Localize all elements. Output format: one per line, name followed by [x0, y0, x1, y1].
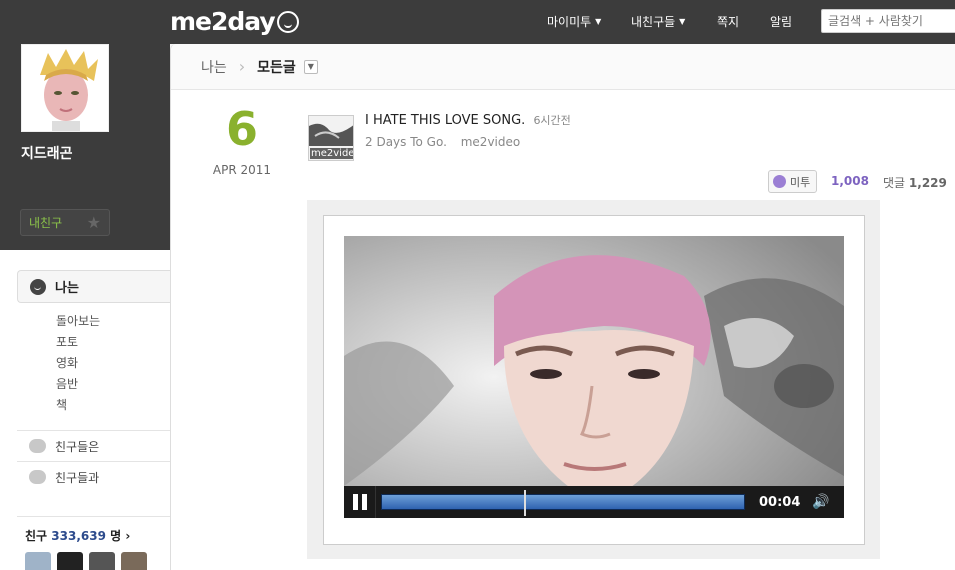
- profile-name[interactable]: 지드래곤: [21, 143, 73, 163]
- comment-label: 댓글: [883, 176, 906, 190]
- nav-label: 알림: [770, 15, 793, 29]
- sidebar-subitem-photo[interactable]: 포토: [56, 333, 78, 350]
- post-title-text[interactable]: I HATE THIS LOVE SONG.: [365, 113, 525, 128]
- sidebar-menu: 나는 돌아보는 포토 영화 음반 책 친구들은 친구들과 친구 333,639 …: [0, 250, 170, 570]
- pause-icon-bar: [352, 494, 358, 510]
- sidebar-subitem-book[interactable]: 책: [56, 396, 67, 413]
- avatar[interactable]: [21, 44, 109, 132]
- metoo-button[interactable]: 미투: [768, 170, 818, 193]
- friends-count: 333,639: [51, 529, 106, 543]
- post-thumbnail[interactable]: me2vide: [308, 115, 354, 161]
- chevron-right-icon: ›: [238, 57, 246, 76]
- sidebar-item-label: 친구들은: [55, 439, 100, 454]
- friend-avatars: [25, 552, 147, 570]
- dropdown-toggle[interactable]: ▼: [303, 59, 318, 74]
- metoo-count[interactable]: 1,008: [831, 174, 869, 188]
- breadcrumb-current: 모든글: [257, 59, 296, 76]
- star-icon[interactable]: ★: [87, 214, 101, 231]
- sidebar-subitem-movie[interactable]: 영화: [56, 354, 78, 371]
- sidebar-item-label: 친구들과: [55, 470, 100, 485]
- post-time[interactable]: 6시간전: [533, 114, 570, 127]
- comment-link[interactable]: 댓글 1,229: [883, 174, 947, 191]
- add-friend-button[interactable]: 내친구 ★: [20, 209, 110, 236]
- pause-icon-bar: [361, 494, 367, 510]
- sidebar-item-friends-are[interactable]: 친구들은: [17, 430, 170, 461]
- friend-avatar[interactable]: [25, 552, 51, 570]
- chevron-right-icon: ›: [125, 529, 131, 543]
- sidebar-subitem-album[interactable]: 음반: [56, 375, 78, 392]
- sidebar-item-label: 나는: [55, 281, 79, 296]
- chevron-down-icon: ▼: [679, 17, 686, 26]
- nav-label: 마이미투: [547, 15, 592, 29]
- chat-icon: [29, 470, 46, 484]
- friend-avatar[interactable]: [89, 552, 115, 570]
- logo-bubble-icon: [276, 10, 299, 33]
- comment-count: 1,229: [908, 176, 947, 190]
- friends-count-box[interactable]: 친구 333,639 명 ›: [17, 516, 170, 570]
- breadcrumb: 나는 › 모든글 ▼: [171, 44, 955, 90]
- nav-label: 내친구들: [631, 15, 676, 29]
- post-sub-text: 2 Days To Go.: [365, 135, 447, 149]
- progress-track[interactable]: [381, 490, 745, 516]
- video-container: 00:04 🔊: [307, 200, 880, 559]
- top-bar: me2day 마이미투 ▼ 내친구들 ▼ 쪽지 알림: [0, 0, 955, 44]
- post-month-year: APR 2011: [212, 163, 272, 177]
- video-frame[interactable]: [344, 236, 844, 518]
- nav-label: 쪽지: [717, 15, 740, 29]
- friends-unit: 명: [110, 529, 122, 543]
- post-subtext: 2 Days To Go. me2video: [365, 135, 520, 149]
- video-time: 00:04: [759, 494, 801, 510]
- nav-messages[interactable]: 쪽지: [717, 13, 739, 30]
- nav-my-friends[interactable]: 내친구들 ▼: [631, 13, 685, 30]
- friends-icon: [29, 439, 46, 453]
- main-panel: 나는 › 모든글 ▼ 6 APR 2011 me2vide I HATE THI…: [170, 44, 955, 570]
- video-player: 00:04 🔊: [323, 215, 865, 545]
- nav-my-metoo[interactable]: 마이미투 ▼: [547, 13, 601, 30]
- video-controls: 00:04 🔊: [344, 486, 844, 518]
- pause-button[interactable]: [344, 486, 376, 518]
- sidebar-item-me[interactable]: 나는: [17, 270, 170, 303]
- friends-label: 친구: [25, 529, 48, 543]
- sidebar-item-with-friends[interactable]: 친구들과: [17, 461, 170, 492]
- nav-notifications[interactable]: 알림: [770, 13, 792, 30]
- sidebar-subitem-lookback[interactable]: 돌아보는: [56, 312, 100, 329]
- thumbnail-label: me2vide: [310, 148, 354, 159]
- metoo-icon: [773, 175, 786, 188]
- video-still-image: [344, 236, 844, 518]
- progress-cursor[interactable]: [524, 490, 526, 516]
- search-input[interactable]: [821, 9, 955, 33]
- me2day-logo[interactable]: me2day: [170, 7, 299, 36]
- post-title: I HATE THIS LOVE SONG. 6시간전: [365, 112, 571, 128]
- avatar-image: [22, 45, 108, 131]
- post-source[interactable]: me2video: [461, 135, 520, 149]
- breadcrumb-root[interactable]: 나는: [201, 57, 227, 77]
- logo-text: me2day: [170, 7, 276, 36]
- metoo-label: 미투: [790, 175, 811, 189]
- friend-avatar[interactable]: [121, 552, 147, 570]
- speech-bubble-icon: [30, 278, 46, 295]
- volume-icon[interactable]: 🔊: [812, 494, 829, 510]
- friend-button-label: 내친구: [29, 216, 63, 230]
- friend-avatar[interactable]: [57, 552, 83, 570]
- chevron-down-icon: ▼: [595, 17, 602, 26]
- post-day: 6: [225, 102, 258, 156]
